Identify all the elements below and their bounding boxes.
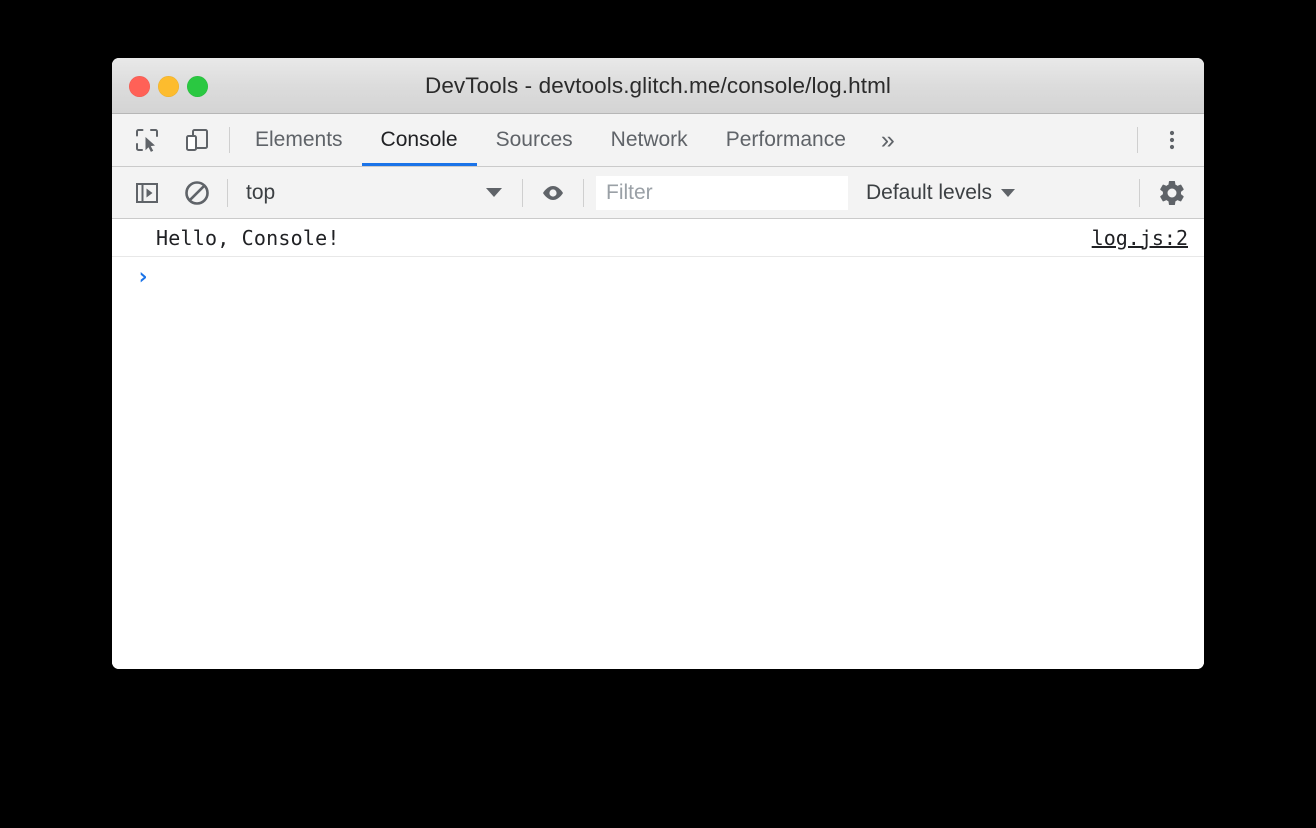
tab-elements-label: Elements bbox=[255, 128, 343, 151]
eye-icon[interactable] bbox=[535, 175, 571, 211]
tab-elements[interactable]: Elements bbox=[236, 114, 362, 166]
tab-sources[interactable]: Sources bbox=[477, 114, 592, 166]
tab-performance[interactable]: Performance bbox=[707, 114, 865, 166]
more-tabs-button[interactable]: » bbox=[865, 114, 911, 166]
console-message-area: Hello, Console! log.js:2 › bbox=[112, 219, 1204, 669]
console-message-source-link[interactable]: log.js:2 bbox=[1092, 226, 1188, 250]
console-toolbar-right bbox=[1129, 175, 1204, 211]
inspect-element-icon[interactable] bbox=[129, 122, 165, 158]
filter-input[interactable] bbox=[596, 175, 848, 210]
tab-sources-label: Sources bbox=[495, 128, 573, 151]
console-message-row[interactable]: Hello, Console! log.js:2 bbox=[112, 219, 1204, 257]
devtools-window: DevTools - devtools.glitch.me/console/lo… bbox=[112, 58, 1204, 669]
log-levels-label: Default levels bbox=[866, 180, 993, 204]
tab-network[interactable]: Network bbox=[592, 114, 707, 166]
settings-gear-icon[interactable] bbox=[1154, 175, 1190, 211]
tab-network-label: Network bbox=[610, 128, 688, 151]
chevron-double-right-icon: » bbox=[880, 125, 895, 154]
console-toolbar: top Default levels bbox=[112, 167, 1204, 219]
window-controls bbox=[129, 58, 208, 114]
console-sidebar-toggle-icon[interactable] bbox=[129, 175, 165, 211]
console-toolbar-divider-1 bbox=[227, 178, 228, 207]
close-button[interactable] bbox=[129, 75, 150, 97]
devtools-tab-bar: Elements Console Sources Network Perform… bbox=[112, 114, 1204, 167]
tab-performance-label: Performance bbox=[725, 128, 846, 151]
console-toolbar-divider-2 bbox=[522, 178, 523, 207]
log-levels-dropdown[interactable]: Default levels bbox=[866, 175, 1016, 211]
tab-bar-right-tools bbox=[1131, 114, 1204, 166]
chevron-down-icon bbox=[486, 188, 502, 197]
window-title-bar: DevTools - devtools.glitch.me/console/lo… bbox=[112, 58, 1204, 114]
tab-bar-divider bbox=[229, 127, 230, 153]
tab-console[interactable]: Console bbox=[361, 114, 477, 166]
maximize-button[interactable] bbox=[187, 75, 208, 97]
console-toolbar-divider-3 bbox=[583, 178, 584, 207]
console-prompt-input[interactable] bbox=[150, 257, 1204, 297]
console-message-text: Hello, Console! bbox=[156, 225, 340, 250]
minimize-button[interactable] bbox=[158, 75, 179, 97]
prompt-chevron-icon: › bbox=[136, 263, 150, 290]
tab-bar-right-divider bbox=[1137, 127, 1138, 153]
tab-list: Elements Console Sources Network Perform… bbox=[236, 114, 1131, 166]
tab-bar-tools bbox=[112, 114, 215, 166]
execution-context-selector[interactable]: top bbox=[240, 175, 510, 211]
window-title: DevTools - devtools.glitch.me/console/lo… bbox=[424, 72, 892, 98]
tab-console-label: Console bbox=[380, 128, 458, 151]
console-toolbar-divider-4 bbox=[1139, 178, 1140, 207]
clear-console-icon[interactable] bbox=[179, 175, 215, 211]
kebab-menu-icon[interactable] bbox=[1154, 122, 1190, 158]
device-toolbar-icon[interactable] bbox=[179, 122, 215, 158]
chevron-down-icon bbox=[1001, 188, 1016, 197]
console-prompt-row[interactable]: › bbox=[112, 257, 1204, 297]
execution-context-label: top bbox=[246, 180, 276, 204]
